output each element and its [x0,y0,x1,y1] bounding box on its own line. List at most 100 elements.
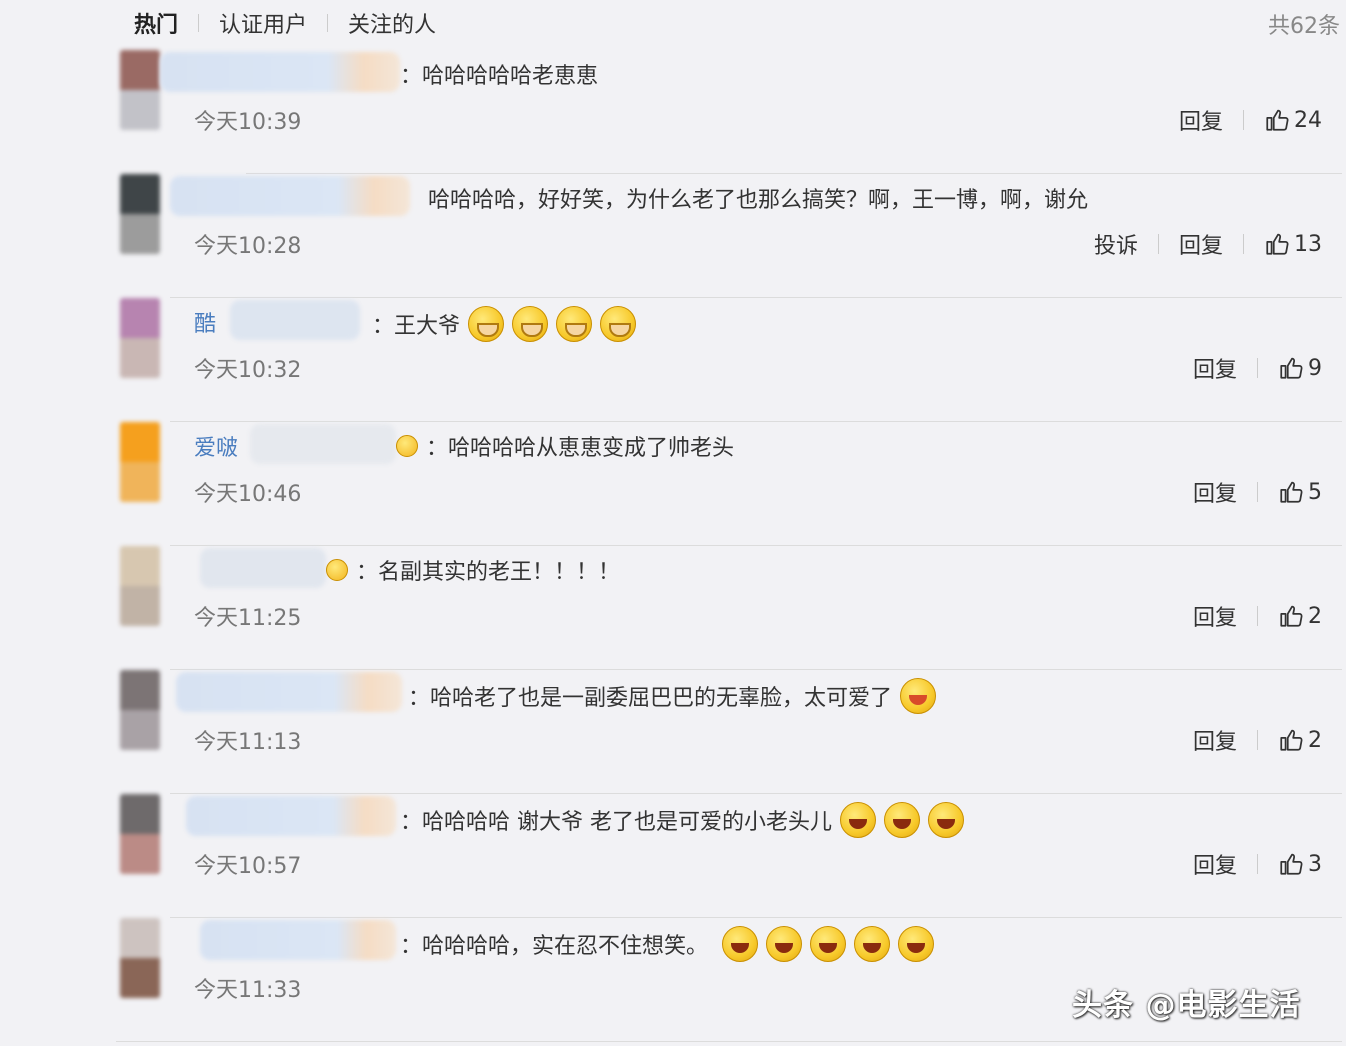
comment-actions: 回复 24 [1179,104,1322,136]
comment-time: 今天10:46 [194,482,302,507]
username-blurred[interactable] [176,672,402,712]
comment-text: ：哈哈哈哈从恵恵变成了帅老头 [396,430,734,462]
reply-button[interactable]: 回复 [1193,848,1237,880]
comment-text-body: ：哈哈哈哈从恵恵变成了帅老头 [426,436,735,461]
username-blurred[interactable] [250,424,396,464]
comment-text-body: ：哈哈老了也是一副委屈巴巴的无辜脸，太可爱了 [408,686,893,711]
laughing-emoji-icon [512,306,549,342]
avatar-bottom [120,710,160,750]
reply-button[interactable]: 回复 [1193,724,1237,756]
username-blurred[interactable] [200,920,396,960]
action-divider [1243,234,1244,254]
avatar[interactable] [120,174,160,254]
like-button[interactable]: 2 [1278,603,1322,629]
badge-icon [326,559,348,581]
avatar[interactable] [120,298,160,378]
avatar-top [120,422,160,462]
grinning-emoji-icon [884,802,920,838]
username-blurred[interactable] [230,300,360,340]
thumbs-up-icon [1266,109,1289,131]
laugh-cry-emoji-icon [900,678,937,714]
action-divider [1157,234,1159,254]
reply-button[interactable]: 回复 [1193,600,1237,632]
like-count: 5 [1308,479,1322,505]
comment-item: ：哈哈哈哈 谢大爷 老了也是可爱的小老头儿 今天10:57 回复 3 [0,794,1346,918]
reply-button[interactable]: 回复 [1179,104,1223,136]
username-blurred[interactable] [200,548,326,588]
comment-time: 今天11:33 [194,978,302,1003]
comment-text-body: ：名副其实的老王！！！！ [356,560,621,585]
comment-actions: 回复 3 [1193,848,1322,880]
comment-actions: 回复 5 [1193,476,1322,508]
like-button[interactable]: 3 [1278,851,1322,877]
tab-hot[interactable]: 热门 [134,7,178,39]
like-count: 2 [1308,727,1322,753]
like-button[interactable]: 5 [1278,479,1322,505]
reply-button[interactable]: 回复 [1193,476,1237,508]
comment-item: ：哈哈哈哈哈老恵恵 今天10:39 回复 24 [0,50,1346,174]
grinning-emoji-icon [722,926,759,962]
grinning-emoji-icon [766,926,803,962]
comment-time: 今天10:39 [194,110,302,135]
avatar[interactable] [120,50,160,130]
like-button[interactable]: 2 [1278,727,1322,753]
avatar[interactable] [120,546,160,626]
comment-text: ：哈哈哈哈哈老恵恵 [400,58,598,90]
grinning-emoji-icon [854,926,891,962]
laughing-emoji-icon [468,306,505,342]
action-divider [1257,606,1258,626]
grinning-emoji-icon [810,926,847,962]
comment-filter-tabs: 热门 认证用户 关注的人 [134,6,436,40]
comment-item: ：哈哈老了也是一副委屈巴巴的无辜脸，太可爱了 今天11:13 回复 2 [0,670,1346,794]
comment-text: 哈哈哈哈，好好笑，为什么老了也那么搞笑？啊，王一博，啊，谢允 [428,182,1088,214]
avatar[interactable] [120,422,160,502]
like-count: 24 [1294,107,1322,133]
username-blurred[interactable] [170,176,410,216]
like-button[interactable]: 24 [1264,107,1322,133]
comment-time: 今天10:28 [194,234,302,259]
comment-text: ：哈哈哈哈，实在忍不住想笑。 [400,926,935,962]
avatar[interactable] [120,794,160,874]
tab-divider [327,14,329,32]
like-count: 2 [1308,603,1322,629]
comment-count: 共62条 [1268,14,1340,39]
comment-actions: 回复 2 [1193,724,1322,756]
username[interactable]: 酷 [194,306,216,338]
avatar-top [120,546,160,586]
comment-text: ：哈哈老了也是一副委屈巴巴的无辜脸，太可爱了 [408,678,937,714]
avatar-bottom [120,834,160,874]
username[interactable]: 爱啵 [194,430,238,462]
action-divider [1257,358,1258,378]
comment-text: ：王大爷 [372,306,637,342]
avatar[interactable] [120,918,160,998]
comment-text-body: ：哈哈哈哈，实在忍不住想笑。 [400,934,709,959]
comment-item: 哈哈哈哈，好好笑，为什么老了也那么搞笑？啊，王一博，啊，谢允 今天10:28 投… [0,174,1346,298]
tab-verified-users[interactable]: 认证用户 [219,7,307,39]
reply-button[interactable]: 回复 [1179,228,1223,260]
thumbs-up-icon [1280,853,1303,875]
avatar-bottom [120,958,160,998]
username-blurred[interactable] [186,796,396,836]
comment-text-body: ：王大爷 [372,314,461,339]
like-button[interactable]: 9 [1278,355,1322,381]
thumbs-up-icon [1280,729,1303,751]
comment-actions: 回复 9 [1193,352,1322,384]
username-blurred[interactable] [160,52,400,92]
comment-time: 今天11:13 [194,730,302,755]
reply-button[interactable]: 回复 [1193,352,1237,384]
thumbs-up-icon [1280,481,1303,503]
comment-actions: 投诉 回复 13 [1094,228,1322,260]
laughing-emoji-icon [600,306,637,342]
report-button[interactable]: 投诉 [1094,228,1138,260]
comment-text: ：哈哈哈哈 谢大爷 老了也是可爱的小老头儿 [400,802,964,838]
comment-actions: 回复 2 [1193,600,1322,632]
like-count: 9 [1308,355,1322,381]
avatar-top [120,918,160,958]
avatar-top [120,174,160,214]
avatar[interactable] [120,670,160,750]
like-button[interactable]: 13 [1264,231,1322,257]
tab-following[interactable]: 关注的人 [348,7,436,39]
comment-text-body: ：哈哈哈哈哈老恵恵 [400,64,599,89]
avatar-bottom [120,338,160,378]
comment-text-body: ：哈哈哈哈 谢大爷 老了也是可爱的小老头儿 [400,810,832,835]
